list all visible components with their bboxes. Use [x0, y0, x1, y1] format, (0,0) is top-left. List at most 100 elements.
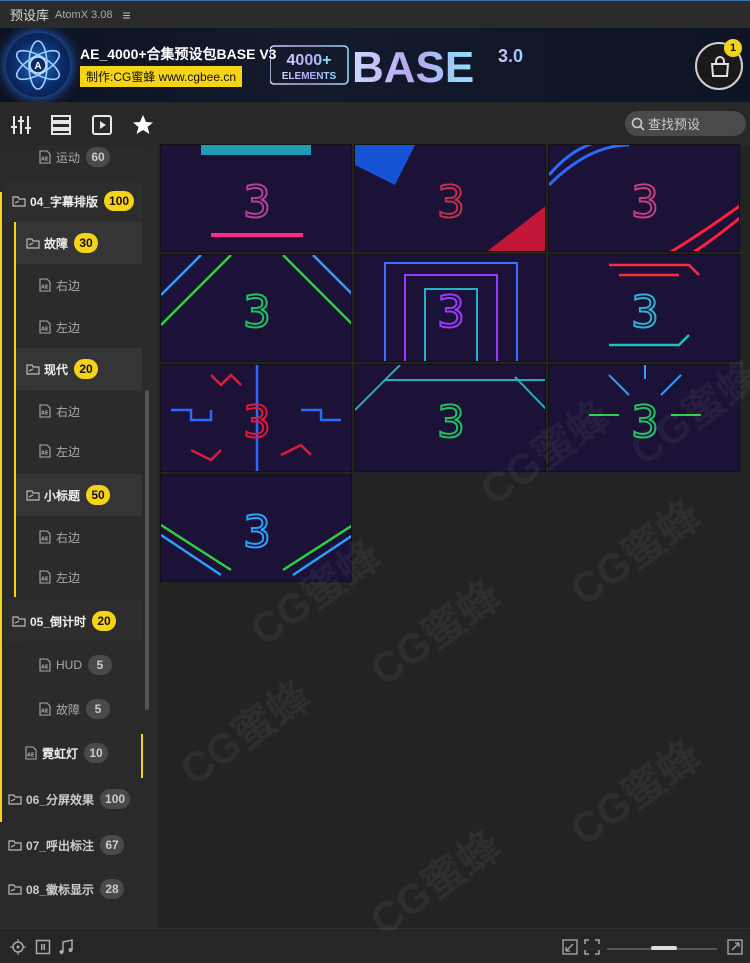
panel-menu-icon[interactable]: ≡ [123, 7, 131, 23]
preset-thumbnail[interactable]: 3 [548, 144, 740, 252]
slider-knob[interactable] [651, 946, 677, 950]
svg-text:3: 3 [437, 287, 465, 338]
favorites-star-icon[interactable] [131, 113, 155, 137]
svg-text:3: 3 [437, 397, 465, 448]
tree-item[interactable]: 现代 20 [16, 348, 142, 390]
watermark-text: CG蜜蜂 [171, 671, 319, 795]
svg-text:3: 3 [243, 177, 271, 228]
search-placeholder: 查找预设 [648, 117, 701, 132]
tree-item[interactable]: AE 右边 [28, 516, 142, 558]
svg-text:3: 3 [631, 287, 659, 338]
banner-title: AE_4000+合集预设包BASE V3 [80, 46, 277, 62]
svg-text:AE: AE [41, 451, 49, 457]
tree-item[interactable]: AE HUD 5 [28, 644, 142, 686]
svg-text:AE: AE [41, 577, 49, 583]
enlarge-thumbnails-icon[interactable] [727, 939, 743, 955]
preset-thumbnail[interactable]: 3 [160, 254, 352, 362]
item-count-badge: 67 [100, 835, 125, 855]
list-view-icon[interactable] [49, 113, 73, 137]
window-titlebar: 预设库 AtomX 3.08 ≡ [0, 0, 750, 28]
preset-thumbnail[interactable]: 3 [548, 364, 740, 472]
tree-indent-line [0, 192, 2, 822]
video-preview-icon[interactable] [90, 113, 114, 137]
preset-thumbnail[interactable]: 3 [160, 474, 352, 582]
item-count-badge: 60 [86, 147, 111, 167]
tree-item[interactable]: AE 左边 [28, 430, 142, 472]
ae-file-icon: AE [39, 320, 51, 334]
tree-item[interactable]: AE 霓虹灯 10 [14, 732, 141, 774]
svg-text:A: A [34, 61, 41, 72]
banner-credit[interactable]: 制作:CG蜜蜂 www.cgbee.cn [80, 66, 243, 87]
tree-item[interactable]: 故障 30 [16, 222, 142, 264]
ae-file-icon: AE [39, 444, 51, 458]
cart-badge: 1 [724, 39, 742, 57]
tree-item[interactable]: 小标题 50 [16, 474, 142, 516]
svg-text:3: 3 [243, 397, 271, 448]
watermark-text: CG蜜蜂 [361, 571, 509, 695]
sliders-icon[interactable] [9, 113, 33, 137]
tree-item[interactable]: AE 故障 5 [28, 688, 142, 730]
expand-icon[interactable] [584, 939, 600, 955]
tree-item-label: 右边 [56, 530, 81, 545]
music-note-icon[interactable] [58, 939, 74, 955]
tree-item-label: 07_呼出标注 [26, 838, 95, 853]
pause-icon[interactable] [35, 939, 51, 955]
item-count-badge: 28 [100, 879, 125, 899]
watermark-text: CG蜜蜂 [561, 731, 709, 855]
tree-item[interactable]: 04_字幕排版 100 [4, 180, 142, 222]
brand-count-text: 4000+ [287, 52, 332, 69]
folder-icon [26, 490, 40, 501]
tree-item[interactable]: AE 左边 [28, 306, 142, 348]
tree-item[interactable]: AE 右边 [28, 390, 142, 432]
svg-text:AE: AE [41, 327, 49, 333]
tree-item-label: 06_分屏效果 [26, 792, 95, 807]
preset-thumbnail[interactable]: 3 [354, 254, 546, 362]
sidebar-scrollbar[interactable] [145, 390, 149, 710]
tree-item[interactable]: 06_分屏效果 100 [0, 778, 142, 820]
category-tree[interactable]: 08_徽标显示 28 07_呼出标注 67 06_分屏效果 100 AE 霓虹灯 10 AE 故障 5… [0, 146, 158, 928]
preset-thumbnail[interactable]: 3 [160, 364, 352, 472]
item-count-badge: 100 [100, 789, 131, 809]
tree-item[interactable]: AE 右边 [28, 264, 142, 306]
brand-elements-text: ELEMENTS [282, 71, 337, 82]
svg-text:3: 3 [243, 507, 271, 558]
svg-text:AE: AE [41, 411, 49, 417]
preset-preview-image: 3 [549, 365, 739, 471]
svg-text:3: 3 [437, 177, 465, 228]
preset-preview-image: 3 [549, 255, 739, 361]
svg-text:AE: AE [41, 285, 49, 291]
shopping-bag-icon [710, 56, 730, 77]
tree-item-label: 霓虹灯 [42, 746, 79, 761]
tree-item-label: 故障 [44, 236, 69, 251]
ae-file-icon: AE [39, 278, 51, 292]
watermark-text: CG蜜蜂 [561, 491, 709, 615]
preset-thumbnail[interactable]: 3 [354, 144, 546, 252]
svg-text:3: 3 [631, 177, 659, 228]
panel-title: 预设库 [10, 8, 50, 23]
brand-word-text: BASE [352, 43, 474, 88]
status-bar [0, 928, 750, 963]
preset-thumbnail[interactable]: 3 [160, 144, 352, 252]
tree-item-label: 左边 [56, 320, 81, 335]
tree-item[interactable]: AE 运动 60 [28, 146, 142, 178]
target-icon[interactable] [10, 939, 26, 955]
search-input[interactable]: 查找预设 [625, 111, 746, 136]
promo-banner[interactable]: A AE_4000+合集预设包BASE V3 制作:CG蜜蜂 www.cgbee… [0, 28, 750, 102]
thumbnail-size-slider[interactable] [607, 946, 717, 950]
tree-item[interactable]: AE 左边 [28, 556, 142, 598]
atomx-logo: A [6, 33, 70, 97]
preset-preview-image: 3 [161, 255, 351, 361]
tree-item[interactable]: 08_徽标显示 28 [0, 868, 142, 910]
folder-icon [12, 616, 26, 627]
folder-icon [26, 238, 40, 249]
ae-file-icon: AE [39, 570, 51, 584]
folder-icon [8, 840, 22, 851]
item-count-badge: 10 [84, 743, 109, 763]
preset-thumbnail[interactable]: 3 [354, 364, 546, 472]
tree-item[interactable]: 05_倒计时 20 [4, 600, 142, 642]
tree-item[interactable]: 07_呼出标注 67 [0, 824, 142, 866]
shrink-thumbnails-icon[interactable] [562, 939, 578, 955]
preset-thumbnail[interactable]: 3 [548, 254, 740, 362]
preset-preview-image: 3 [161, 475, 351, 581]
tree-item-label: 右边 [56, 404, 81, 419]
